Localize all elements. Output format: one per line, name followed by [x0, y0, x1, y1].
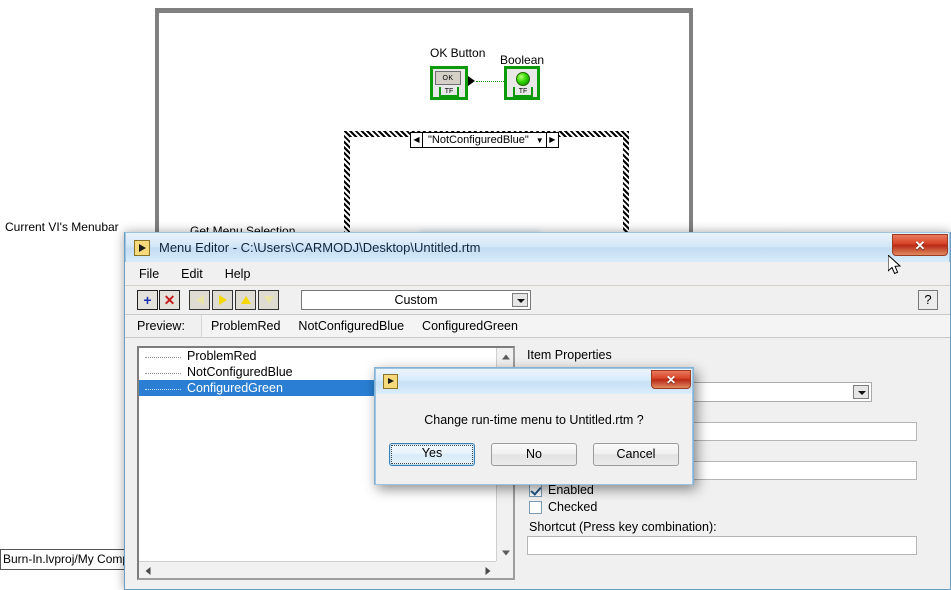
ok-button-output-arrow	[468, 76, 475, 86]
no-button[interactable]: No	[491, 442, 577, 466]
menu-item-edit[interactable]: Edit	[181, 265, 214, 283]
scroll-up-icon[interactable]	[497, 348, 514, 365]
dialog-buttons: Yes No Cancel	[389, 442, 679, 466]
preview-label: Preview:	[137, 319, 185, 333]
tree-item-label: NotConfiguredBlue	[187, 365, 293, 379]
labview-icon	[383, 374, 398, 389]
scroll-left-icon[interactable]	[139, 562, 156, 579]
move-left-button[interactable]	[189, 290, 210, 310]
ok-button-terminal[interactable]: OK TF	[430, 66, 468, 100]
boolean-terminal[interactable]: TF	[504, 66, 540, 100]
tree-connector-icon	[145, 356, 181, 358]
menu-editor-toolbar: + ✕ Custom ?	[125, 286, 950, 314]
menu-item-help[interactable]: Help	[225, 265, 262, 283]
boolean-wire	[476, 81, 504, 82]
menu-item-file[interactable]: File	[139, 265, 170, 283]
scroll-down-icon[interactable]	[497, 544, 514, 561]
no-button-label: No	[526, 446, 542, 461]
tree-item-problemred[interactable]: ProblemRed	[139, 348, 496, 364]
shortcut-label: Shortcut (Press key combination):	[529, 520, 717, 534]
checked-row: Checked	[529, 500, 940, 514]
shortcut-input[interactable]	[527, 536, 917, 555]
current-vi-menubar-label: Current VI's Menubar	[5, 220, 119, 234]
checked-label: Checked	[548, 500, 598, 514]
menu-editor-menubar: File Edit Help	[125, 262, 950, 286]
arrow-down-icon	[263, 296, 274, 304]
case-dropdown-icon[interactable]: ▼	[534, 136, 546, 145]
preview-item-notconfiguredblue[interactable]: NotConfiguredBlue	[289, 319, 413, 333]
arrow-right-icon	[218, 295, 227, 305]
arrow-left-icon	[195, 295, 204, 305]
item-properties-title: Item Properties	[527, 348, 612, 362]
enabled-label: Enabled	[548, 483, 594, 497]
close-icon[interactable]: ✕	[892, 234, 948, 256]
menu-type-value: Custom	[394, 293, 438, 307]
preview-item-problemred[interactable]: ProblemRed	[202, 319, 289, 333]
help-button[interactable]: ?	[918, 290, 938, 310]
ok-button-label: OK Button	[430, 46, 486, 60]
confirm-dialog: ✕ Change run-time menu to Untitled.rtm ?…	[374, 367, 694, 485]
dialog-message: Change run-time menu to Untitled.rtm ?	[424, 412, 644, 427]
checked-checkbox[interactable]	[529, 500, 542, 514]
dialog-titlebar[interactable]: ✕	[375, 368, 693, 394]
dialog-close-icon[interactable]: ✕	[651, 370, 691, 389]
case-selector[interactable]: ◀ "NotConfiguredBlue" ▼ ▶	[410, 132, 559, 148]
move-right-button[interactable]	[212, 290, 233, 310]
enabled-row: Enabled	[529, 483, 940, 497]
tree-connector-icon	[145, 388, 181, 390]
tree-horizontal-scrollbar[interactable]	[139, 561, 496, 578]
cancel-button-label: Cancel	[616, 446, 656, 461]
arrow-up-icon	[240, 296, 251, 304]
case-selector-value: "NotConfiguredBlue"	[428, 134, 529, 146]
menu-type-select[interactable]: Custom	[301, 290, 531, 310]
cancel-button[interactable]: Cancel	[593, 442, 679, 466]
move-up-button[interactable]	[235, 290, 256, 310]
boolean-label: Boolean	[500, 53, 545, 67]
chevron-down-icon[interactable]	[853, 385, 869, 399]
case-next-arrow-icon[interactable]: ▶	[545, 133, 558, 147]
scroll-right-icon[interactable]	[479, 562, 496, 579]
yes-button-label: Yes	[391, 444, 473, 464]
preview-bar: Preview: ProblemRed NotConfiguredBlue Co…	[125, 314, 950, 338]
chevron-down-icon[interactable]	[512, 293, 528, 307]
preview-item-configuredgreen[interactable]: ConfiguredGreen	[413, 319, 527, 333]
tree-item-label: ProblemRed	[187, 349, 257, 363]
move-down-button[interactable]	[258, 290, 279, 310]
ok-button-datatype: TF	[439, 87, 459, 97]
menu-editor-title: Menu Editor - C:\Users\CARMODJ\Desktop\U…	[159, 240, 481, 255]
boolean-led-icon	[516, 72, 530, 86]
dialog-body: Change run-time menu to Untitled.rtm ? Y…	[375, 394, 693, 485]
menu-editor-titlebar[interactable]: Menu Editor - C:\Users\CARMODJ\Desktop\U…	[125, 232, 950, 262]
preview-items: ProblemRed NotConfiguredBlue ConfiguredG…	[200, 315, 950, 337]
case-prev-arrow-icon[interactable]: ◀	[411, 133, 423, 147]
scrollbar-corner	[496, 561, 513, 578]
ok-button-caption: OK	[435, 71, 461, 85]
yes-button[interactable]: Yes	[389, 442, 475, 466]
tree-connector-icon	[145, 372, 181, 374]
add-item-button[interactable]: +	[137, 290, 158, 310]
boolean-datatype: TF	[513, 87, 533, 97]
enabled-checkbox[interactable]	[529, 483, 542, 497]
labview-icon	[134, 239, 150, 256]
tree-item-label: ConfiguredGreen	[187, 381, 283, 395]
delete-item-button[interactable]: ✕	[159, 290, 180, 310]
